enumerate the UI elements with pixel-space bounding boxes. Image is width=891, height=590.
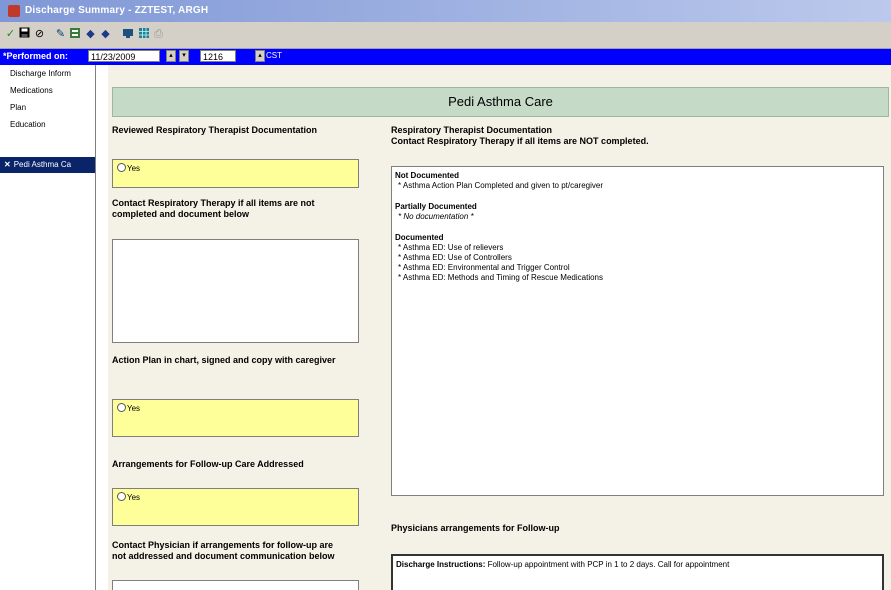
form-content: Pedi Asthma Care Reviewed Respiratory Th… (108, 65, 891, 590)
physician-arrangements-label: Physicians arrangements for Follow-up (391, 523, 560, 533)
date-dropdown[interactable]: ▾ (179, 50, 189, 62)
list-item: * Asthma ED: Methods and Timing of Rescu… (398, 273, 603, 282)
arrow-left-icon[interactable]: ◆ (84, 27, 97, 41)
monitor-icon[interactable] (121, 27, 134, 41)
list-item: * No documentation * (398, 212, 474, 221)
discharge-instructions-label: Discharge Instructions: (396, 560, 486, 569)
rt-doc-title: Respiratory Therapist Documentation (391, 125, 553, 135)
contact-rt-textarea[interactable] (112, 239, 359, 343)
sidebar-gutter (96, 65, 108, 590)
app-icon (8, 5, 20, 17)
contact-physician-textarea[interactable] (112, 580, 359, 590)
sidebar-item-discharge-information[interactable]: Discharge Inform (0, 66, 95, 82)
performed-time-field[interactable]: 1216 (200, 50, 236, 62)
contact-rt-label: Contact Respiratory Therapy if all items… (112, 198, 315, 219)
time-spinner[interactable]: ▴ (255, 50, 265, 62)
performed-on-label: *Performed on: (3, 51, 69, 61)
list-item: * Asthma Action Plan Completed and given… (398, 181, 604, 190)
documented-heading: Documented (395, 233, 444, 242)
date-spinner[interactable]: ▴ (166, 50, 176, 62)
partially-documented-heading: Partially Documented (395, 202, 477, 211)
checkmark-icon[interactable]: ✓ (4, 27, 17, 41)
action-plan-yes-radio[interactable]: Yes (117, 403, 140, 414)
arrow-right-icon[interactable]: ◆ (99, 27, 112, 41)
sidebar-item-label: Pedi Asthma Ca (13, 160, 72, 169)
sidebar-item-pedi-asthma-care[interactable]: ✕ Pedi Asthma Ca (0, 157, 95, 173)
radio-circle-icon (117, 163, 126, 172)
action-plan-label: Action Plan in chart, signed and copy wi… (112, 355, 336, 365)
action-plan-field[interactable]: Yes (112, 399, 359, 437)
print-icon[interactable]: ⎙ (152, 27, 165, 41)
performed-date-field[interactable]: 11/23/2009 (88, 50, 160, 62)
performed-on-bar: *Performed on: 11/23/2009 ▴ ▾ 1216 ▴ CST (0, 49, 891, 65)
not-documented-heading: Not Documented (395, 171, 459, 180)
toolbar: ✓ ⊘ ✎ ◆ ◆ ⎙ (0, 22, 891, 49)
pen-icon[interactable]: ✎ (54, 27, 67, 41)
cancel-icon[interactable]: ⊘ (33, 27, 46, 41)
rt-doc-subtitle: Contact Respiratory Therapy if all items… (391, 136, 649, 146)
form-icon[interactable] (68, 27, 81, 41)
arrangements-label: Arrangements for Follow-up Care Addresse… (112, 459, 304, 469)
grid-icon[interactable] (137, 27, 150, 41)
radio-circle-icon (117, 403, 126, 412)
timezone-label: CST (266, 51, 282, 60)
form-header: Pedi Asthma Care (112, 87, 889, 117)
reviewed-yes-radio[interactable]: Yes (117, 163, 140, 174)
list-item: * Asthma ED: Use of relievers (398, 243, 504, 252)
rt-documentation-box: Not Documented * Asthma Action Plan Comp… (391, 166, 884, 496)
contact-physician-label: Contact Physician if arrangements for fo… (112, 540, 335, 561)
arrangements-yes-radio[interactable]: Yes (117, 492, 140, 503)
discharge-instructions-text: Follow-up appointment with PCP in 1 to 2… (485, 560, 730, 569)
save-icon[interactable] (18, 27, 31, 41)
arrangements-field[interactable]: Yes (112, 488, 359, 526)
radio-circle-icon (117, 492, 126, 501)
title-bar: Discharge Summary - ZZTEST, ARGH (0, 0, 891, 22)
window-title: Discharge Summary - ZZTEST, ARGH (25, 5, 209, 16)
list-item: * Asthma ED: Use of Controllers (398, 253, 512, 262)
sidebar-item-plan[interactable]: Plan (0, 100, 95, 116)
list-item: * Asthma ED: Environmental and Trigger C… (398, 263, 570, 272)
reviewed-rt-field[interactable]: Yes (112, 159, 359, 188)
discharge-instructions-box[interactable]: Discharge Instructions: Follow-up appoin… (391, 554, 884, 590)
sidebar: Discharge Inform Medications Plan Educat… (0, 65, 96, 590)
sidebar-item-education[interactable]: Education (0, 117, 95, 133)
reviewed-rt-label: Reviewed Respiratory Therapist Documenta… (112, 125, 318, 135)
sidebar-item-medications[interactable]: Medications (0, 83, 95, 99)
active-marker-icon: ✕ (4, 160, 11, 169)
